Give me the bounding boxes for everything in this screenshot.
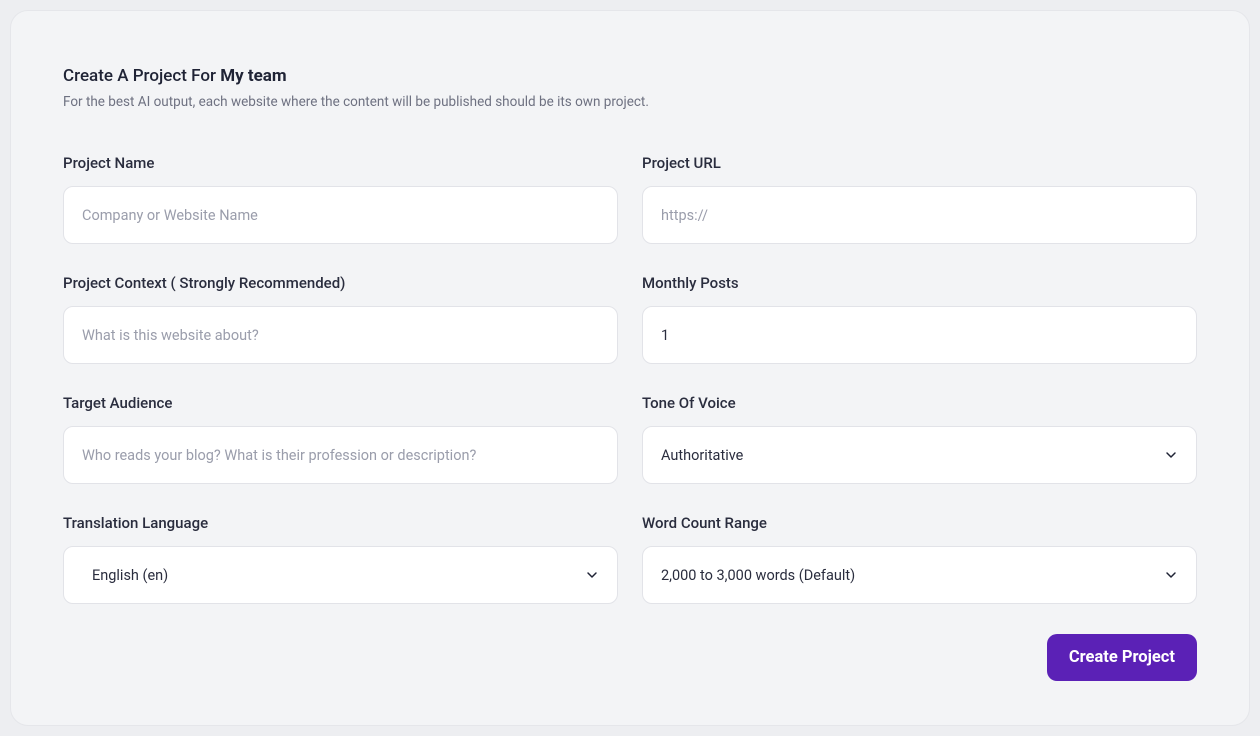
word-count-select-wrapper: 2,000 to 3,000 words (Default)	[642, 546, 1197, 604]
word-count-range-select[interactable]: 2,000 to 3,000 words (Default)	[642, 546, 1197, 604]
label-project-context: Project Context ( Strongly Recommended)	[63, 274, 618, 292]
label-word-count-range: Word Count Range	[642, 514, 1197, 532]
page-subtitle: For the best AI output, each website whe…	[63, 94, 1197, 110]
label-tone-of-voice: Tone Of Voice	[642, 394, 1197, 412]
label-monthly-posts: Monthly Posts	[642, 274, 1197, 292]
label-project-url: Project URL	[642, 154, 1197, 172]
title-team-name: My team	[220, 66, 286, 86]
project-name-input[interactable]	[63, 186, 618, 244]
project-create-card: Create A Project For My team For the bes…	[10, 10, 1250, 726]
field-monthly-posts: Monthly Posts	[642, 274, 1197, 364]
create-project-button[interactable]: Create Project	[1047, 634, 1197, 681]
field-project-url: Project URL	[642, 154, 1197, 244]
field-word-count-range: Word Count Range 2,000 to 3,000 words (D…	[642, 514, 1197, 604]
tone-of-voice-select-wrapper: Authoritative	[642, 426, 1197, 484]
page-title: Create A Project For My team	[63, 66, 1197, 86]
field-project-name: Project Name	[63, 154, 618, 244]
actions-row: Create Project	[63, 634, 1197, 681]
label-project-name: Project Name	[63, 154, 618, 172]
label-translation-language: Translation Language	[63, 514, 618, 532]
field-target-audience: Target Audience	[63, 394, 618, 484]
form-grid: Project Name Project URL Project Context…	[63, 154, 1197, 604]
translation-language-select-wrapper: English (en)	[63, 546, 618, 604]
tone-of-voice-select[interactable]: Authoritative	[642, 426, 1197, 484]
monthly-posts-input[interactable]	[642, 306, 1197, 364]
field-tone-of-voice: Tone Of Voice Authoritative	[642, 394, 1197, 484]
title-prefix: Create A Project For	[63, 66, 220, 86]
target-audience-input[interactable]	[63, 426, 618, 484]
project-context-input[interactable]	[63, 306, 618, 364]
project-url-input[interactable]	[642, 186, 1197, 244]
field-translation-language: Translation Language English (en)	[63, 514, 618, 604]
field-project-context: Project Context ( Strongly Recommended)	[63, 274, 618, 364]
label-target-audience: Target Audience	[63, 394, 618, 412]
translation-language-select[interactable]: English (en)	[63, 546, 618, 604]
